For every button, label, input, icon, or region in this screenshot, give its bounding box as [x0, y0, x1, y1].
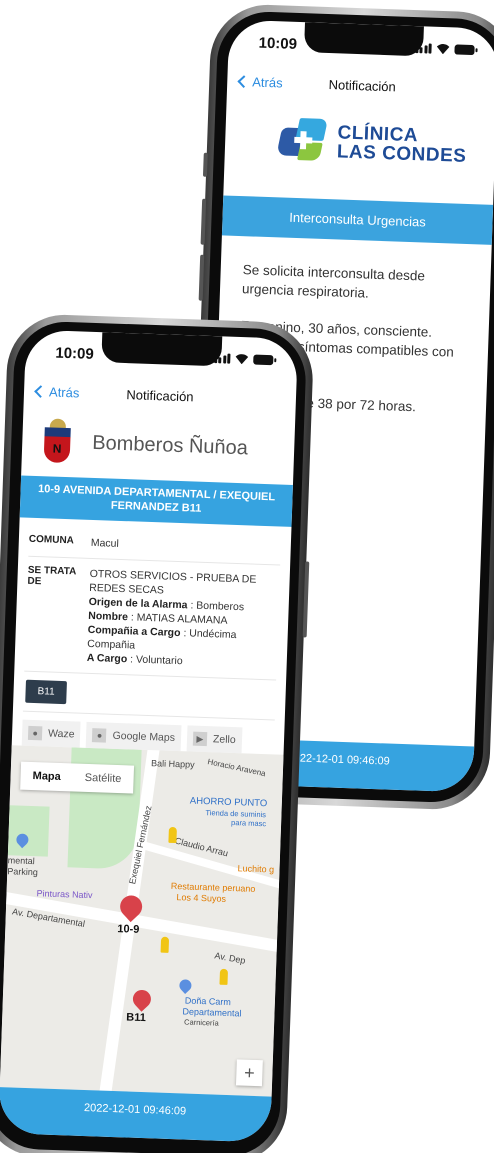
se-trata-details: OTROS SERVICIOS - PRUEBA DE REDES SECAS … [87, 567, 280, 672]
map-poi-label: para masc [230, 817, 267, 829]
clinica-logo: CLÍNICA LAS CONDES [276, 117, 468, 170]
nombre-label: Nombre [88, 609, 129, 624]
map-poi-label: Luchito g [237, 863, 275, 875]
organization-header: N Bomberos Ñuñoa [43, 418, 249, 471]
zoom-in-button[interactable]: + [235, 1059, 263, 1087]
speaker-icon: ▶ [192, 731, 208, 747]
map-poi-label: mental [7, 855, 35, 867]
location-pin-icon: ● [92, 728, 107, 743]
map-park [7, 805, 50, 857]
nav-title: Notificación [328, 77, 397, 95]
phone-bomberos: 10:09 Atrás Notificación N Bomberos Ñuño… [0, 312, 315, 1153]
notification-banner: Interconsulta Urgencias [221, 195, 494, 245]
body-paragraph: Se solicita interconsulta desde urgencia… [241, 262, 426, 301]
waze-label: Waze [47, 727, 75, 741]
satellite-tab[interactable]: Satélite [72, 763, 134, 793]
incident-details: COMUNA Macul SE TRATA DE OTROS SERVICIOS… [21, 525, 282, 755]
battery-icon [253, 354, 274, 366]
notch [303, 22, 424, 57]
unit-tag[interactable]: B11 [25, 679, 68, 705]
origen-value: : Bomberos [190, 599, 245, 614]
battery-icon [454, 44, 475, 56]
status-icons [414, 42, 475, 56]
se-trata-row: SE TRATA DE OTROS SERVICIOS - PRUEBA DE … [24, 556, 281, 681]
footer-timestamp: 2022-12-01 09:46:09 [0, 1087, 272, 1143]
unit-marker-label: B11 [126, 1011, 147, 1025]
location-pin-icon: ● [27, 725, 43, 741]
a-cargo-value: : Voluntario [129, 653, 183, 668]
organization-name: Bomberos Ñuñoa [91, 431, 249, 459]
status-icons [213, 352, 274, 366]
incident-map[interactable]: Mapa Satélite Bali Happy Horacio Aravena… [0, 745, 284, 1097]
bus-stop-icon [176, 977, 194, 994]
compania-label: Compañia a Cargo [87, 623, 181, 640]
map-poi-label: Parking [7, 866, 38, 878]
map-poi-label: Pinturas Nativ [36, 888, 93, 901]
side-button [202, 152, 208, 177]
map-poi-label: Carnicería [183, 1017, 219, 1028]
hydrant-icon [168, 826, 177, 844]
logo-line-2: LAS CONDES [336, 141, 467, 167]
wifi-icon [436, 44, 449, 54]
map-street-label: Av. Dep [213, 950, 247, 966]
hydrant-icon [160, 936, 170, 953]
map-street-label: Horacio Aravena [206, 757, 267, 779]
map-road [0, 890, 284, 959]
map-poi-label: Bali Happy [150, 758, 195, 770]
map-poi-label: Doña Carm [184, 995, 232, 1008]
se-trata-value: OTROS SERVICIOS - PRUEBA DE REDES SECAS [89, 567, 257, 597]
zello-label: Zello [212, 733, 236, 747]
incident-banner: 10-9 AVENIDA DEPARTAMENTAL / EXEQUIEL FE… [19, 475, 293, 527]
google-maps-button[interactable]: ● Google Maps [86, 721, 182, 752]
notch [101, 332, 222, 367]
map-type-switch: Mapa Satélite [20, 761, 134, 794]
a-cargo-label: A Cargo [86, 651, 128, 666]
screen: 10:09 Atrás Notificación N Bomberos Ñuño… [0, 329, 299, 1143]
google-maps-label: Google Maps [112, 729, 176, 744]
status-time: 10:09 [55, 344, 95, 363]
hydrant-icon [219, 968, 229, 985]
zello-button[interactable]: ▶ Zello [186, 725, 243, 754]
map-poi-label: AHORRO PUNTO [189, 795, 268, 810]
status-time: 10:09 [258, 34, 298, 53]
incident-marker-label: 10-9 [117, 923, 140, 936]
clinica-logo-mark [276, 117, 330, 165]
origen-label: Origen de la Alarma [88, 595, 188, 612]
map-tab[interactable]: Mapa [20, 762, 73, 792]
waze-button[interactable]: ● Waze [21, 719, 82, 748]
unit-marker-icon[interactable] [129, 986, 155, 1012]
map-poi-label: Los 4 Suyos [176, 892, 227, 904]
map-poi-label: Departamental [182, 1006, 242, 1019]
nav-title: Notificación [126, 387, 194, 405]
clinica-logo-text: CLÍNICA LAS CONDES [336, 122, 468, 167]
wifi-icon [235, 354, 248, 364]
comuna-value: Macul [90, 536, 120, 550]
bomberos-crest-icon: N [43, 418, 72, 465]
nombre-value: : MATIAS ALAMANA [130, 611, 228, 627]
se-trata-label: SE TRATA DE [27, 564, 77, 588]
comuna-label: COMUNA [28, 533, 75, 547]
